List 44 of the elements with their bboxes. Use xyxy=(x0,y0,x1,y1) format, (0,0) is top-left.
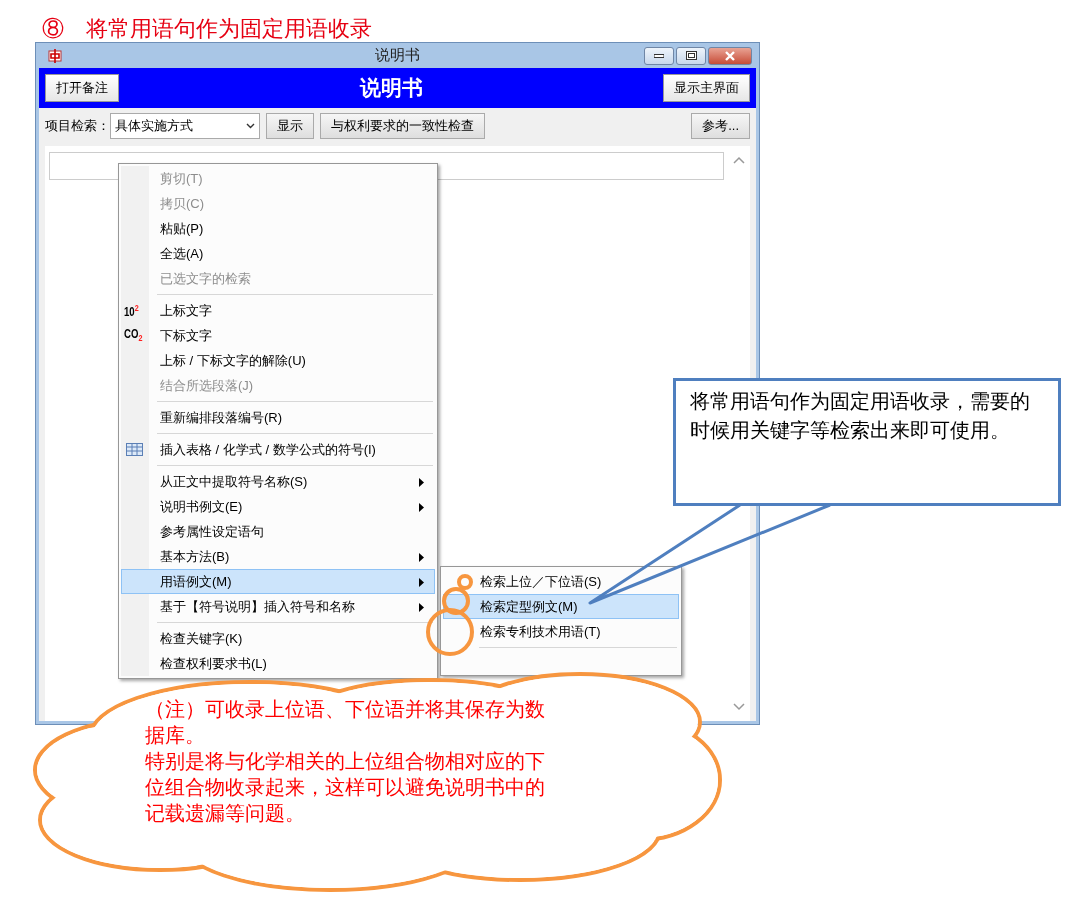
menu-item[interactable]: 检索上位／下位语(S) xyxy=(443,569,679,594)
search-label: 项目检索： xyxy=(45,117,110,135)
menu-item[interactable]: 检索专利技术用语(T) xyxy=(443,619,679,644)
toolbar-button[interactable]: 与权利要求的一致性检查 xyxy=(320,113,485,139)
menu-item[interactable]: CO$_{2}$ 下标文字 xyxy=(121,323,435,348)
item-dropdown[interactable]: 具体实施方式 xyxy=(110,113,260,139)
menu-item[interactable]: 粘贴(P) xyxy=(121,216,435,241)
note-text: （注）可收录上位语、下位语并将其保存为数据库。 xyxy=(145,697,546,748)
menu-item[interactable]: 参考属性设定语句 xyxy=(121,519,435,544)
scroll-down-icon[interactable] xyxy=(733,703,745,711)
toolbar-button[interactable]: 显示 xyxy=(266,113,314,139)
menu-item[interactable]: 重新编排段落编号(R) xyxy=(121,405,435,430)
format-icon: 10$^{2}$ xyxy=(124,302,139,319)
menu-item[interactable]: 上标 / 下标文字的解除(U) xyxy=(121,348,435,373)
menu-item[interactable]: 用语例文(M) xyxy=(121,569,435,594)
minimize-icon xyxy=(654,53,664,58)
maximize-button[interactable] xyxy=(676,46,706,65)
open-notes-button[interactable]: 打开备注 xyxy=(45,74,119,102)
menu-item[interactable]: 说明书例文(E) xyxy=(121,494,435,519)
note-text: 特别是将与化学相关的上位组合物相对应的下位组合物收录起来，这样可以避免说明书中的记载遗漏等问题。 xyxy=(145,749,546,826)
header-title: 说明书 xyxy=(358,75,424,101)
menu-item[interactable]: 检查权利要求书(L) xyxy=(121,651,435,676)
menu-item[interactable]: 基于【符号说明】插入符号和名称 xyxy=(121,594,435,619)
menu-item[interactable]: 全选(A) xyxy=(121,241,435,266)
page-heading: ⑧ 将常用语句作为固定用语收录 xyxy=(42,16,372,41)
main-screen-button[interactable]: 显示主界面 xyxy=(663,74,750,102)
caret-icon xyxy=(246,123,255,129)
reference-button[interactable]: 参考... xyxy=(691,113,750,139)
table-icon xyxy=(126,443,143,456)
menu-item[interactable]: 基本方法(B) xyxy=(121,544,435,569)
menu-item[interactable]: 10$^{2}$ 上标文字 xyxy=(121,298,435,323)
maximize-icon xyxy=(685,51,697,60)
menu-item[interactable]: 从正文中提取符号名称(S) xyxy=(121,469,435,494)
window-title: 说明书 xyxy=(375,46,420,63)
menu-item[interactable]: 检索定型例文(M) xyxy=(443,594,679,619)
close-icon xyxy=(725,50,735,61)
app-icon xyxy=(47,47,63,64)
format-icon: CO$_{2}$ xyxy=(124,327,143,344)
scroll-up-icon[interactable] xyxy=(733,156,745,164)
menu-item[interactable]: 插入表格 / 化学式 / 数学公式的符号(I) xyxy=(121,437,435,462)
callout-text: 将常用语句作为固定用语收录，需要的时候用关键字等检索出来即可使用。 xyxy=(690,389,1031,443)
minimize-button[interactable] xyxy=(644,46,674,65)
close-button[interactable] xyxy=(708,46,752,65)
menu-item[interactable]: 检查关键字(K) xyxy=(121,626,435,651)
